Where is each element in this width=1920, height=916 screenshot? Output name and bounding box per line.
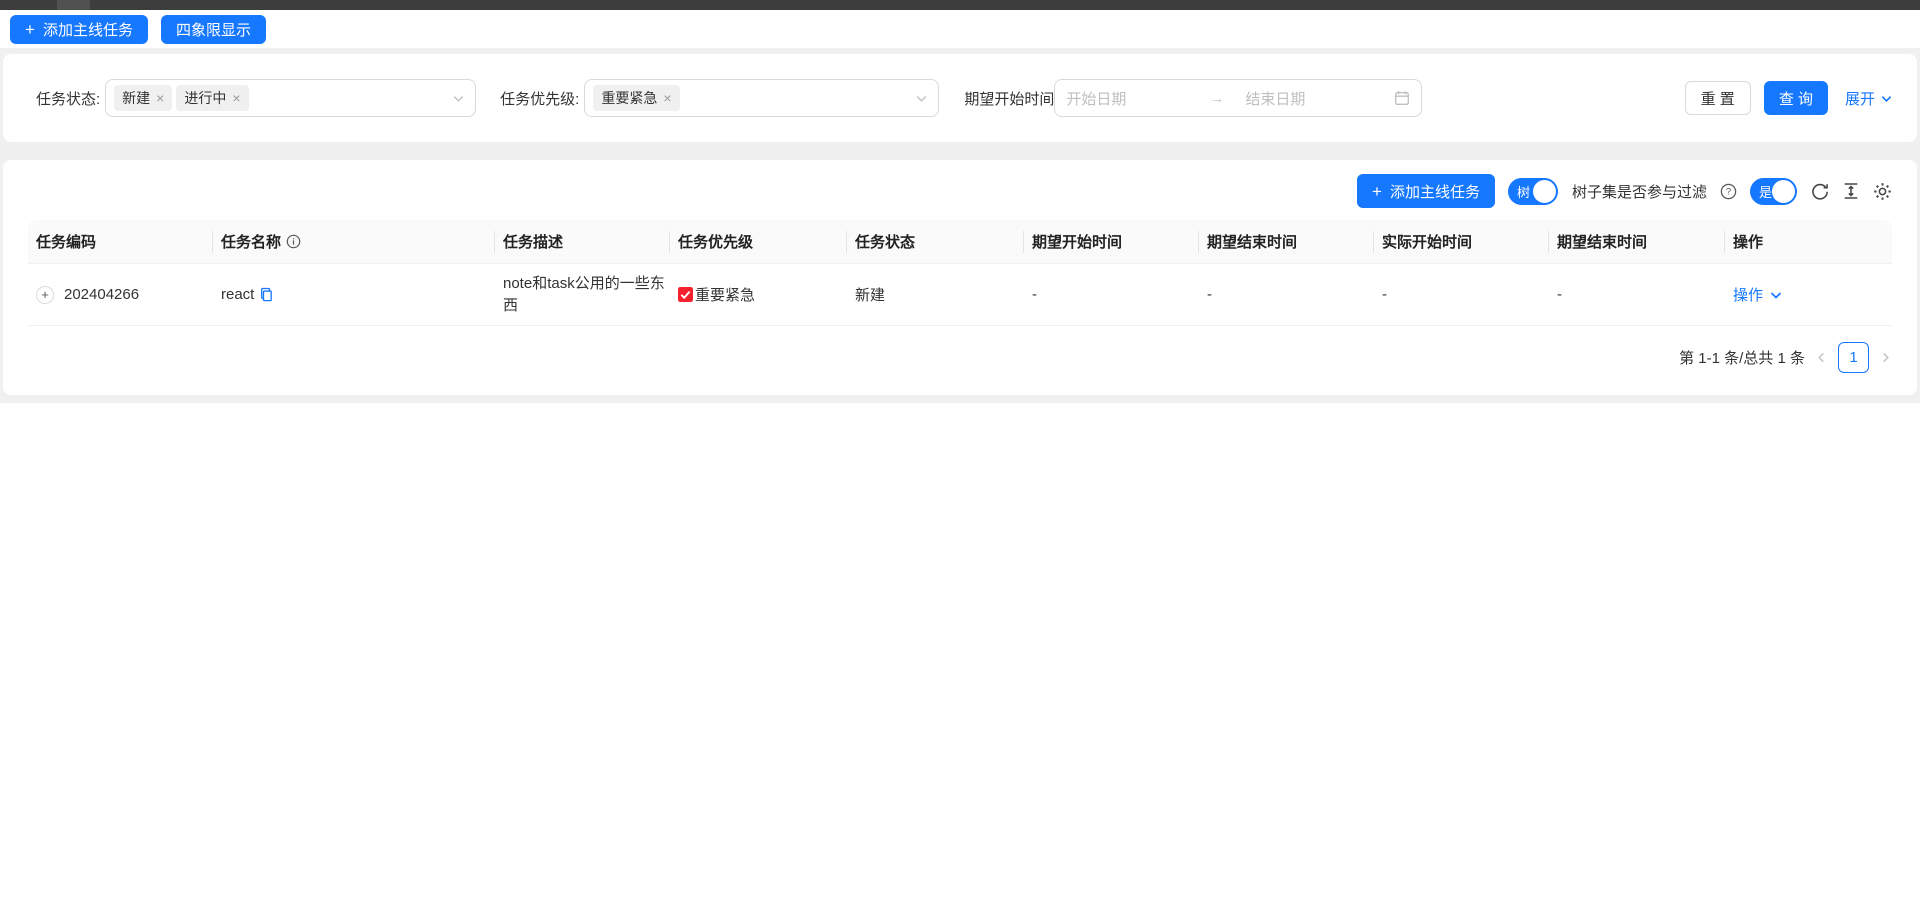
task-code-value: 202404266	[64, 286, 139, 303]
task-table-card: + 添加主线任务 树 树子集是否参与过滤 ? 是	[3, 160, 1917, 395]
col-header-task-code: 任务编码	[28, 220, 213, 264]
close-icon[interactable]: ×	[663, 91, 671, 105]
reload-icon[interactable]	[1810, 182, 1829, 201]
chevron-down-icon	[915, 92, 928, 105]
chevron-right-icon[interactable]	[1879, 351, 1892, 364]
col-header-actual-start: 实际开始时间	[1374, 220, 1549, 264]
add-main-task-button-top[interactable]: + 添加主线任务	[10, 15, 148, 44]
window-top-strip-segment	[57, 0, 90, 10]
cell-task-description: note和task公用的一些东西	[495, 264, 670, 326]
priority-flag-icon	[678, 287, 693, 302]
table-header-row: 任务编码 任务名称 任务描述 任务优先级 任务状态 期望开始时间 期望结束时间	[28, 220, 1892, 264]
window-top-strip	[0, 0, 1920, 10]
expand-filters-link[interactable]: 展开	[1845, 88, 1893, 109]
plus-icon: +	[1372, 183, 1382, 200]
task-table: 任务编码 任务名称 任务描述 任务优先级 任务状态 期望开始时间 期望结束时间	[28, 220, 1892, 326]
cell-expected-end-2: -	[1549, 264, 1725, 326]
close-icon[interactable]: ×	[156, 91, 164, 105]
pagination: 第 1-1 条/总共 1 条 1	[28, 342, 1892, 373]
cell-actual-start: -	[1374, 264, 1549, 326]
plus-icon: +	[25, 21, 35, 38]
reset-button[interactable]: 重 置	[1685, 81, 1751, 115]
table-toolbar: + 添加主线任务 树 树子集是否参与过滤 ? 是	[28, 174, 1892, 208]
status-tag-new-label: 新建	[122, 88, 150, 108]
yes-switch-label: 是	[1759, 182, 1772, 201]
pagination-summary: 第 1-1 条/总共 1 条	[1679, 347, 1805, 368]
page-number-button[interactable]: 1	[1838, 342, 1869, 373]
add-main-task-label: 添加主线任务	[43, 19, 133, 40]
chevron-left-icon[interactable]	[1815, 351, 1828, 364]
query-button[interactable]: 查 询	[1764, 81, 1828, 115]
gear-icon[interactable]	[1873, 182, 1892, 201]
col-header-actions: 操作	[1725, 220, 1892, 264]
col-header-task-priority: 任务优先级	[670, 220, 847, 264]
status-tag-inprogress-label: 进行中	[184, 88, 226, 108]
cell-task-status: 新建	[847, 264, 1024, 326]
status-tag-inprogress: 进行中 ×	[176, 85, 248, 111]
status-select[interactable]: 新建 × 进行中 ×	[105, 79, 476, 117]
switch-knob	[1772, 180, 1795, 203]
content-area: 任务状态: 新建 × 进行中 × 任务优先级: 重要紧急 × 期望开	[0, 48, 1920, 403]
svg-text:?: ?	[1726, 186, 1731, 197]
tree-filter-yes-switch[interactable]: 是	[1750, 178, 1797, 205]
top-action-bar: + 添加主线任务 四象限显示	[0, 10, 1920, 48]
start-date-input[interactable]: 开始日期	[1066, 88, 1209, 109]
row-expand-button[interactable]: +	[36, 286, 54, 304]
status-tag-new: 新建 ×	[114, 85, 172, 111]
cell-expected-start: -	[1024, 264, 1199, 326]
filter-card: 任务状态: 新建 × 进行中 × 任务优先级: 重要紧急 × 期望开	[3, 54, 1917, 142]
chevron-down-icon	[452, 92, 465, 105]
row-action-dropdown[interactable]: 操作	[1733, 284, 1783, 305]
task-priority-value: 重要紧急	[695, 284, 755, 305]
tree-switch-label: 树	[1517, 182, 1530, 201]
info-circle-icon[interactable]	[286, 234, 301, 249]
cell-task-priority: 重要紧急	[670, 264, 847, 326]
col-header-task-name: 任务名称	[213, 220, 495, 264]
tree-filter-text: 树子集是否参与过滤	[1572, 181, 1707, 202]
col-header-expected-start: 期望开始时间	[1024, 220, 1199, 264]
copy-icon[interactable]	[259, 287, 274, 302]
add-main-task-button-table[interactable]: + 添加主线任务	[1357, 174, 1495, 208]
cell-task-name: react	[213, 264, 495, 326]
table-row: + 202404266 react note和task公用的一些东西	[28, 264, 1892, 326]
add-main-task-table-label: 添加主线任务	[1390, 181, 1480, 202]
status-filter-label: 任务状态:	[36, 88, 100, 109]
task-name-header-label: 任务名称	[221, 231, 281, 252]
cell-actions: 操作	[1725, 264, 1892, 326]
priority-filter-label: 任务优先级:	[500, 88, 579, 109]
date-range-picker[interactable]: 开始日期 → 结束日期	[1054, 79, 1422, 117]
chevron-down-icon	[1880, 92, 1893, 105]
switch-knob	[1533, 180, 1556, 203]
col-header-expected-end: 期望结束时间	[1199, 220, 1374, 264]
quadrant-display-label: 四象限显示	[176, 19, 251, 40]
priority-select[interactable]: 重要紧急 ×	[584, 79, 939, 117]
col-header-task-status: 任务状态	[847, 220, 1024, 264]
filter-actions: 重 置 查 询 展开	[1685, 81, 1893, 115]
plus-icon: +	[41, 288, 49, 301]
cell-expected-end: -	[1199, 264, 1374, 326]
col-header-expected-end-2: 期望结束时间	[1549, 220, 1725, 264]
end-date-input[interactable]: 结束日期	[1245, 88, 1394, 109]
priority-tag-urgent-label: 重要紧急	[601, 88, 657, 108]
calendar-icon	[1394, 90, 1410, 106]
close-icon[interactable]: ×	[232, 91, 240, 105]
cell-task-code: + 202404266	[28, 264, 213, 326]
tree-mode-switch[interactable]: 树	[1508, 178, 1558, 205]
expand-filters-label: 展开	[1845, 88, 1875, 109]
column-height-icon[interactable]	[1842, 182, 1860, 200]
arrow-right-icon: →	[1209, 90, 1245, 107]
col-header-task-description: 任务描述	[495, 220, 670, 264]
quadrant-display-button[interactable]: 四象限显示	[161, 15, 266, 44]
row-action-label: 操作	[1733, 284, 1763, 305]
priority-tag-urgent: 重要紧急 ×	[593, 85, 679, 111]
date-filter-label: 期望开始时间	[964, 88, 1054, 109]
question-circle-icon[interactable]: ?	[1720, 183, 1737, 200]
task-name-value: react	[221, 286, 254, 303]
chevron-down-icon	[1769, 288, 1783, 302]
